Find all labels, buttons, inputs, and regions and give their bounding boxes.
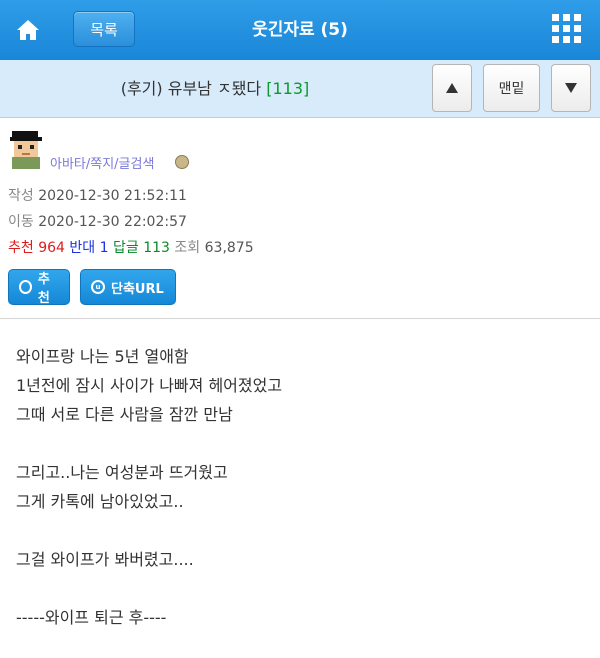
content-line <box>16 574 586 603</box>
content-line: 1년전에 잠시 사이가 나빠져 헤어졌었고 <box>16 376 283 395</box>
post-info: 아바타/쪽지/글검색 작성 2020-12-30 21:52:11 이동 202… <box>0 119 600 319</box>
content-line: -----와이프 퇴근 후---- <box>16 608 167 627</box>
comment-count: [113] <box>266 79 310 98</box>
content-line: 그걸 와이프가 봐버렸고.... <box>16 550 194 569</box>
moved-time: 이동 2020-12-30 22:02:57 <box>8 211 187 231</box>
triangle-up-icon <box>446 83 458 93</box>
written-value: 2020-12-30 21:52:11 <box>38 188 187 204</box>
short-url-label: 단축URL <box>111 281 164 297</box>
rec-label: 추천 <box>8 240 34 256</box>
home-icon <box>17 20 39 40</box>
avatar[interactable] <box>8 129 44 169</box>
reply-label: 답글 <box>113 240 139 256</box>
triangle-down-icon <box>565 83 577 93</box>
post-title-text: (후기) 유부남 ㅈ됐다 <box>120 79 262 98</box>
content-line <box>16 429 586 458</box>
post-content: 와이프랑 나는 5년 열애함 1년전에 잠시 사이가 나빠져 헤어졌었고 그때 … <box>16 342 586 632</box>
moved-value: 2020-12-30 22:02:57 <box>38 214 187 230</box>
list-button[interactable]: 목록 <box>73 11 135 47</box>
views-label: 조회 <box>174 240 201 256</box>
content-line: 그리고..나는 여성분과 뜨거웠고 <box>16 463 228 482</box>
views-count: 63,875 <box>204 240 254 256</box>
go-bottom-button[interactable]: 맨밑 <box>483 64 540 112</box>
badge-icon <box>175 155 189 169</box>
written-label: 작성 <box>8 188 34 204</box>
content-line: 그게 카톡에 남아있었고.. <box>16 492 184 511</box>
content-line: 그때 서로 다른 사람을 잠깐 만남 <box>16 405 233 424</box>
recommend-label: 추천 <box>37 272 50 306</box>
next-post-button[interactable] <box>551 64 591 112</box>
board-title: 웃긴자료 (5) <box>252 20 348 40</box>
post-stats: 추천 964 반대 1 답글 113 조회 63,875 <box>8 237 254 257</box>
url-icon: u <box>91 280 105 294</box>
rec-count: 964 <box>38 240 65 256</box>
top-bar: 목록 웃긴자료 (5) <box>0 0 600 60</box>
content-line <box>16 516 586 545</box>
home-button[interactable] <box>10 12 46 48</box>
recommend-icon <box>19 280 32 294</box>
short-url-button[interactable]: u 단축URL <box>80 269 176 305</box>
post-title: (후기) 유부남 ㅈ됐다 [113] <box>0 60 430 118</box>
reply-count: 113 <box>143 240 170 256</box>
prev-post-button[interactable] <box>432 64 472 112</box>
opp-label: 반대 <box>69 240 96 256</box>
grid-menu-icon[interactable] <box>552 14 582 44</box>
author-links[interactable]: 아바타/쪽지/글검색 <box>50 153 154 172</box>
recommend-button[interactable]: 추천 <box>8 269 70 306</box>
content-line: 와이프랑 나는 5년 열애함 <box>16 347 189 366</box>
opp-count: 1 <box>99 240 109 256</box>
moved-label: 이동 <box>8 214 34 230</box>
written-time: 작성 2020-12-30 21:52:11 <box>8 185 187 205</box>
